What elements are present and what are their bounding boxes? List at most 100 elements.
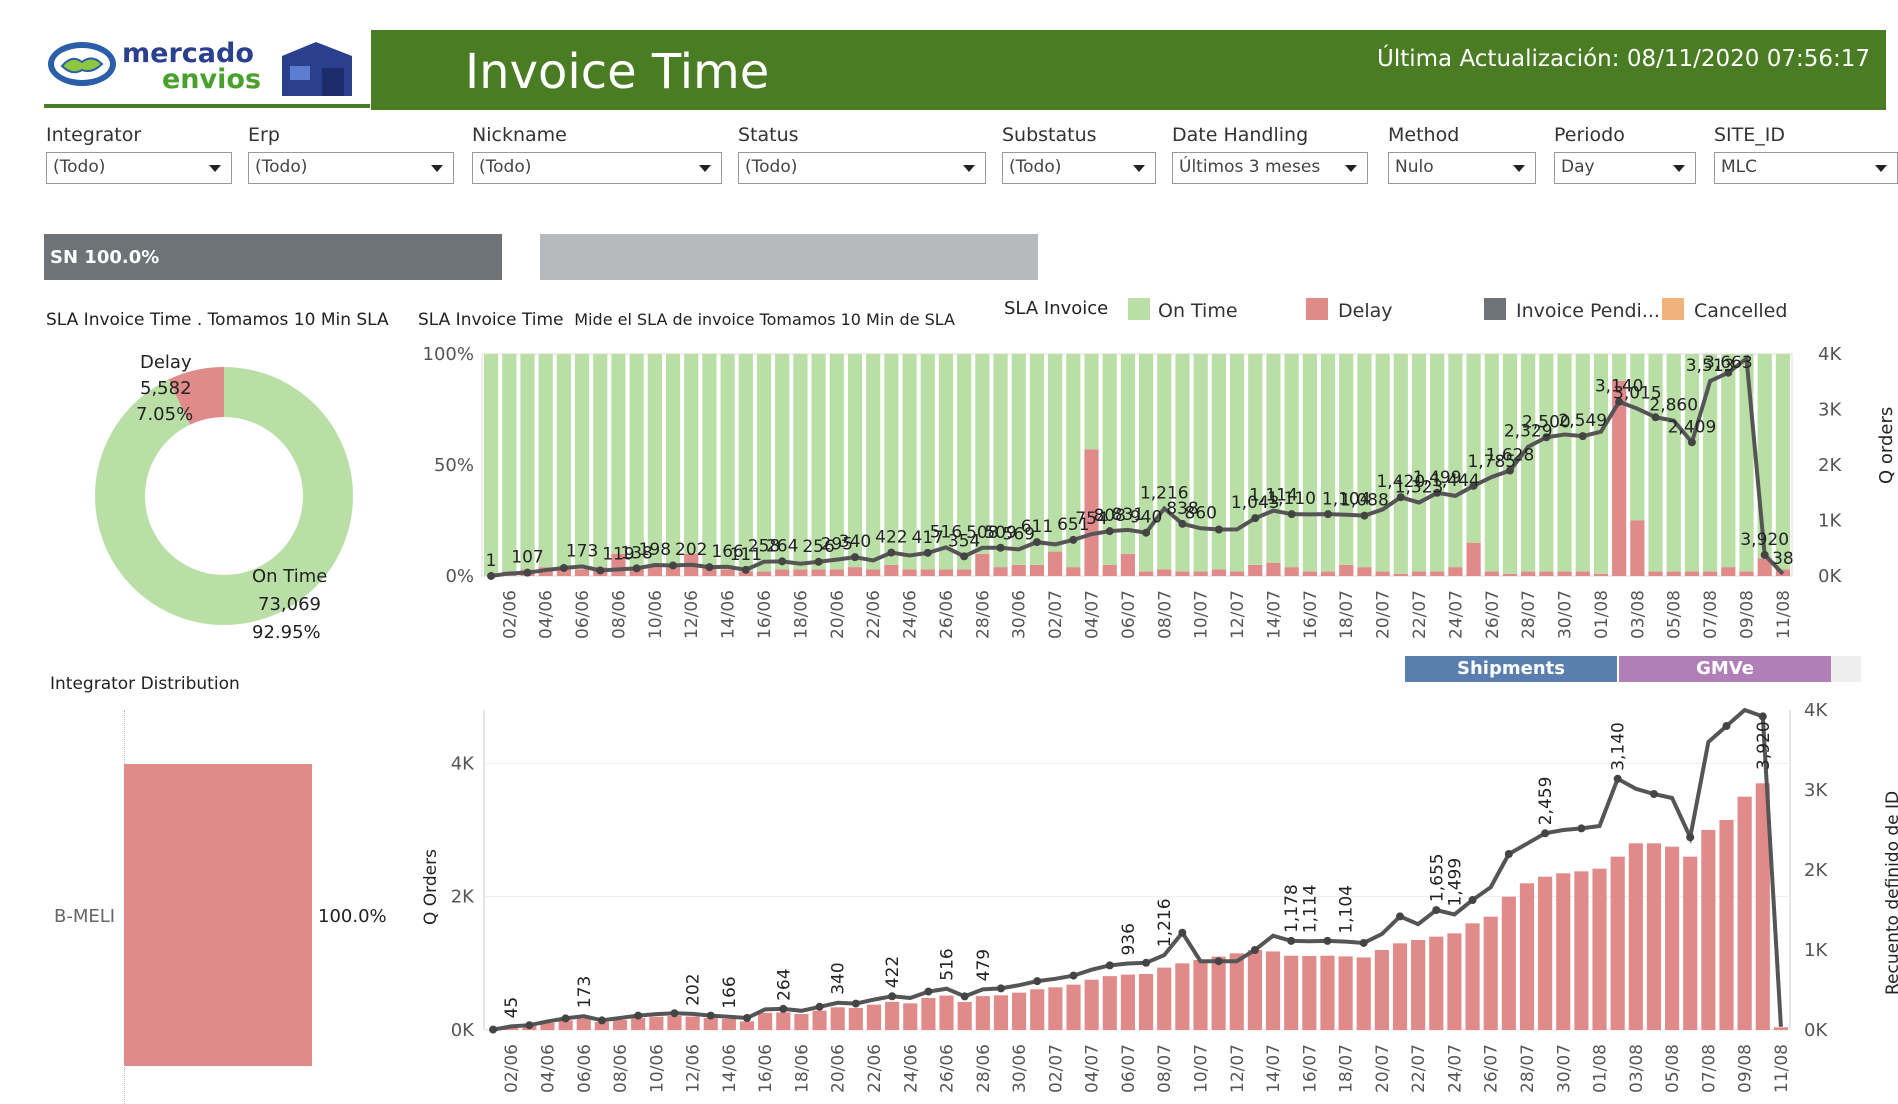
data-label: 2,459 bbox=[1536, 777, 1556, 826]
delay-bar bbox=[1648, 571, 1663, 576]
orders-bar bbox=[1084, 979, 1099, 1030]
filter-nickname[interactable]: (Todo) bbox=[472, 152, 722, 184]
filter-periodo[interactable]: Day bbox=[1554, 152, 1696, 184]
x-tick-label: 11/08 bbox=[1772, 1044, 1792, 1093]
delay-bar bbox=[957, 569, 972, 576]
data-label: 936 bbox=[1119, 923, 1139, 955]
delay-bar bbox=[902, 569, 917, 576]
delay-bar bbox=[1375, 571, 1390, 576]
sla-invoice-chart[interactable]: 100%50%0%4K3K2K1K0KQ orders1 107 173 119138… bbox=[410, 344, 1898, 660]
ontime-bar bbox=[593, 354, 608, 568]
count-point bbox=[1541, 829, 1550, 838]
delay-bar bbox=[866, 569, 881, 576]
filter-date-handling[interactable]: Últimos 3 meses bbox=[1172, 152, 1368, 184]
sn-label: SN 100.0% bbox=[50, 247, 160, 268]
y2-tick-label: 2K bbox=[1804, 860, 1828, 881]
ontime-bar bbox=[1757, 354, 1772, 559]
sn-progress-bar[interactable]: SN 100.0% bbox=[44, 234, 502, 280]
legend-label-invoice-pending[interactable]: Invoice Pendi... bbox=[1516, 300, 1660, 322]
orders-bar bbox=[903, 1003, 918, 1030]
orders-bar bbox=[1628, 843, 1643, 1030]
filter-method[interactable]: Nulo bbox=[1388, 152, 1536, 184]
integrator-pct: 100.0% bbox=[318, 906, 387, 927]
delay-bar bbox=[1630, 520, 1645, 576]
data-label: 2,549 bbox=[1558, 411, 1607, 431]
chevron-down-icon bbox=[699, 165, 711, 172]
x-tick-label: 16/07 bbox=[1301, 590, 1321, 639]
count-point bbox=[1468, 896, 1477, 904]
orders-bar bbox=[1229, 953, 1244, 1030]
filter-label-status: Status bbox=[738, 124, 799, 146]
x-tick-label: 04/07 bbox=[1083, 1044, 1103, 1093]
x-tick-label: 30/06 bbox=[1010, 590, 1030, 639]
filter-erp[interactable]: (Todo) bbox=[248, 152, 454, 184]
filter-substatus[interactable]: (Todo) bbox=[1002, 152, 1156, 184]
tab-gmve[interactable]: GMVe bbox=[1619, 656, 1831, 682]
data-label: 940 bbox=[1130, 508, 1162, 528]
chevron-down-icon bbox=[963, 165, 975, 172]
count-point bbox=[1178, 928, 1187, 937]
filter-label-periodo: Periodo bbox=[1554, 124, 1625, 146]
integrator-bar-b-meli[interactable] bbox=[124, 764, 312, 1066]
orders-bar bbox=[1265, 951, 1281, 1030]
orders-bar bbox=[649, 1016, 664, 1030]
ontime-bar bbox=[1393, 354, 1408, 574]
x-tick-label: 28/07 bbox=[1519, 590, 1539, 639]
x-tick-label: 22/06 bbox=[864, 590, 884, 639]
ontime-bar bbox=[1448, 354, 1463, 568]
data-label: 3,920 bbox=[1740, 530, 1789, 550]
x-tick-label: 18/07 bbox=[1337, 590, 1357, 639]
x-tick-label: 14/07 bbox=[1264, 590, 1284, 639]
orders-bar bbox=[1501, 896, 1516, 1030]
delay-bar bbox=[938, 569, 954, 576]
filter-integrator[interactable]: (Todo) bbox=[46, 152, 232, 184]
data-label: 516 bbox=[938, 948, 958, 980]
data-label: 422 bbox=[875, 528, 907, 548]
x-tick-label: 26/07 bbox=[1483, 590, 1503, 639]
sla-donut-chart[interactable]: Delay 5,582 7.05% On Time 73,069 92.95% bbox=[44, 340, 404, 660]
y-tick-label: 0K bbox=[451, 1020, 475, 1041]
delay-bar bbox=[1557, 571, 1572, 576]
x-tick-label: 08/06 bbox=[611, 1044, 631, 1093]
orders-bar bbox=[957, 1002, 972, 1030]
q-orders-point bbox=[996, 543, 1005, 552]
legend-label-cancelled[interactable]: Cancelled bbox=[1694, 300, 1787, 322]
ontime-bar bbox=[574, 354, 590, 570]
orders-bar bbox=[1538, 876, 1553, 1030]
sla-chart-title-bold: SLA Invoice Time bbox=[418, 310, 564, 330]
filter-label-site-id: SITE_ID bbox=[1714, 124, 1786, 146]
delay-bar bbox=[574, 569, 590, 576]
donut-delay-count: 5,582 bbox=[140, 378, 192, 399]
header-bar: Invoice Time Última Actualización: 08/11… bbox=[371, 30, 1886, 110]
orders-bar bbox=[1320, 955, 1335, 1030]
legend-label-ontime[interactable]: On Time bbox=[1158, 300, 1238, 322]
count-point bbox=[1105, 961, 1114, 970]
y-tick-label: 100% bbox=[423, 344, 474, 365]
ontime-bar bbox=[1211, 354, 1226, 570]
legend-label-delay[interactable]: Delay bbox=[1338, 300, 1393, 322]
data-label: 198 bbox=[639, 540, 671, 560]
legend-swatch-invoice-pending bbox=[1484, 298, 1506, 320]
ontime-bar bbox=[1684, 354, 1700, 572]
delay-bar bbox=[1048, 551, 1063, 576]
tab-shipments[interactable]: Shipments bbox=[1405, 656, 1617, 682]
delay-bar bbox=[975, 553, 990, 576]
warehouse-icon bbox=[282, 42, 352, 96]
delay-bar bbox=[793, 569, 808, 576]
count-point bbox=[960, 992, 969, 1001]
orders-chart[interactable]: 4K 2K 0K 4K 3K 2K 1K 0K Q Orders Recuento definid… bbox=[410, 700, 1898, 1104]
data-label: 3,920 bbox=[1754, 721, 1774, 770]
x-tick-label: 20/06 bbox=[828, 590, 848, 639]
x-tick-label: 28/06 bbox=[973, 590, 993, 639]
sn-secondary-bar[interactable] bbox=[540, 234, 1038, 280]
filter-site-id[interactable]: MLC bbox=[1714, 152, 1898, 184]
ontime-bar bbox=[1375, 354, 1390, 572]
x-tick-label: 16/07 bbox=[1300, 1044, 1320, 1093]
orders-bar bbox=[1138, 974, 1154, 1030]
orders-bar bbox=[1574, 871, 1589, 1030]
filter-status[interactable]: (Todo) bbox=[738, 152, 986, 184]
ontime-bar bbox=[1139, 354, 1154, 572]
q-orders-point bbox=[814, 557, 823, 566]
legend-title: SLA Invoice bbox=[1004, 298, 1109, 319]
orders-bar bbox=[1519, 883, 1535, 1030]
